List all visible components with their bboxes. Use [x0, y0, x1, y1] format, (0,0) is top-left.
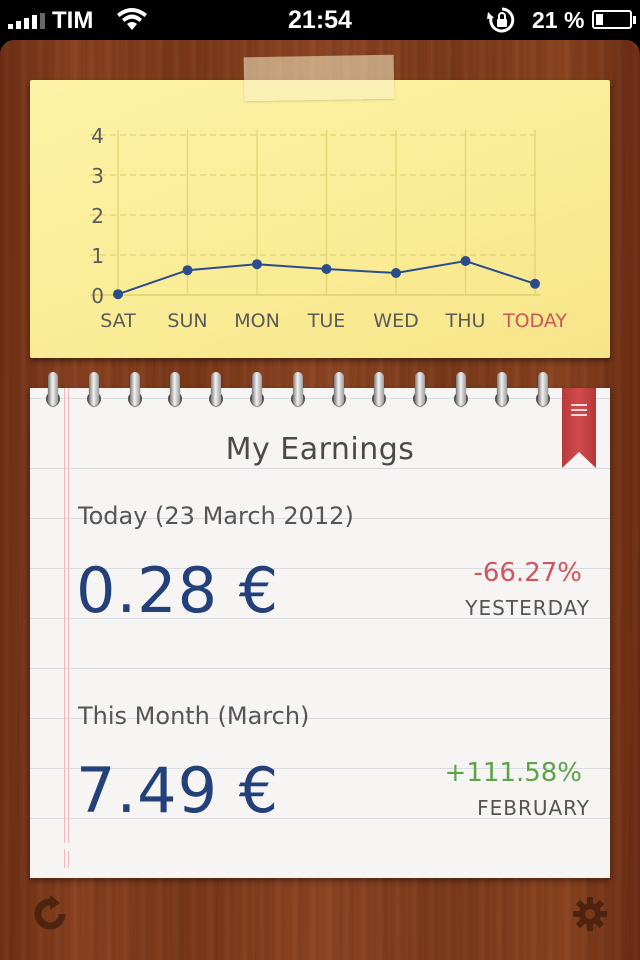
data-point	[113, 289, 123, 300]
binder-ring	[415, 372, 426, 406]
binder-ring	[292, 372, 303, 406]
data-point	[391, 268, 401, 278]
x-tick-label: SUN	[167, 310, 207, 332]
x-tick-label: WED	[373, 310, 418, 332]
binder-ring	[374, 372, 385, 406]
today-change: -66.27%	[473, 558, 582, 588]
x-tick-label: THU	[445, 310, 486, 332]
status-bar: TIM 21:54 21 %	[0, 0, 640, 40]
binder-ring	[170, 372, 181, 406]
refresh-icon	[34, 895, 66, 930]
x-tick-label: MON	[234, 310, 280, 332]
month-value: 7.49 €	[76, 754, 280, 827]
y-tick-label: 1	[91, 244, 104, 268]
menu-icon	[571, 404, 587, 419]
refresh-button[interactable]	[30, 894, 70, 934]
binder-ring	[252, 372, 262, 406]
x-tick-label: TODAY	[502, 310, 567, 332]
battery-level	[596, 14, 603, 25]
y-tick-label: 4	[91, 124, 104, 148]
binder-ring	[211, 372, 222, 406]
binder-ring	[48, 372, 58, 406]
today-compare-label: YESTERDAY	[465, 596, 590, 620]
gear-icon	[573, 897, 607, 931]
data-point	[460, 256, 471, 266]
chart-y-ticks: 0 1 2 3 4	[91, 124, 104, 308]
binder-ring	[496, 372, 507, 406]
x-tick-label: TUE	[307, 310, 346, 332]
battery-icon	[592, 10, 636, 29]
y-tick-label: 3	[91, 164, 104, 188]
chart-grid	[90, 130, 540, 296]
torn-edge	[30, 843, 610, 857]
rotation-lock-icon	[484, 6, 520, 39]
binder-ring	[456, 372, 466, 406]
today-label: Today (23 March 2012)	[78, 502, 354, 530]
earnings-notebook: My Earnings Today (23 March 2012) 0.28 €…	[30, 372, 610, 880]
binder-ring	[129, 372, 140, 406]
earnings-chart: 0 1 2 3 4 SAT SUN MON TUE WED THU TODAY	[90, 124, 567, 332]
y-tick-label: 2	[91, 204, 104, 228]
battery-percent: 21 %	[532, 7, 585, 33]
today-value: 0.28 €	[76, 554, 280, 627]
data-point	[530, 278, 540, 289]
data-point	[182, 265, 193, 276]
binder-ring	[537, 372, 548, 406]
settings-button[interactable]	[570, 894, 610, 934]
binder-ring	[88, 372, 99, 406]
notebook-title: My Earnings	[225, 432, 415, 467]
month-label: This Month (March)	[78, 702, 310, 730]
data-point	[252, 259, 262, 270]
month-change: +111.58%	[444, 758, 582, 788]
y-tick-label: 0	[91, 284, 104, 308]
month-compare-label: FEBRUARY	[477, 796, 590, 820]
data-point	[321, 264, 332, 274]
binder-ring	[333, 372, 344, 406]
x-tick-label: SAT	[100, 310, 136, 332]
chart-x-ticks: SAT SUN MON TUE WED THU TODAY	[100, 310, 567, 332]
notebook-rings	[30, 372, 610, 412]
